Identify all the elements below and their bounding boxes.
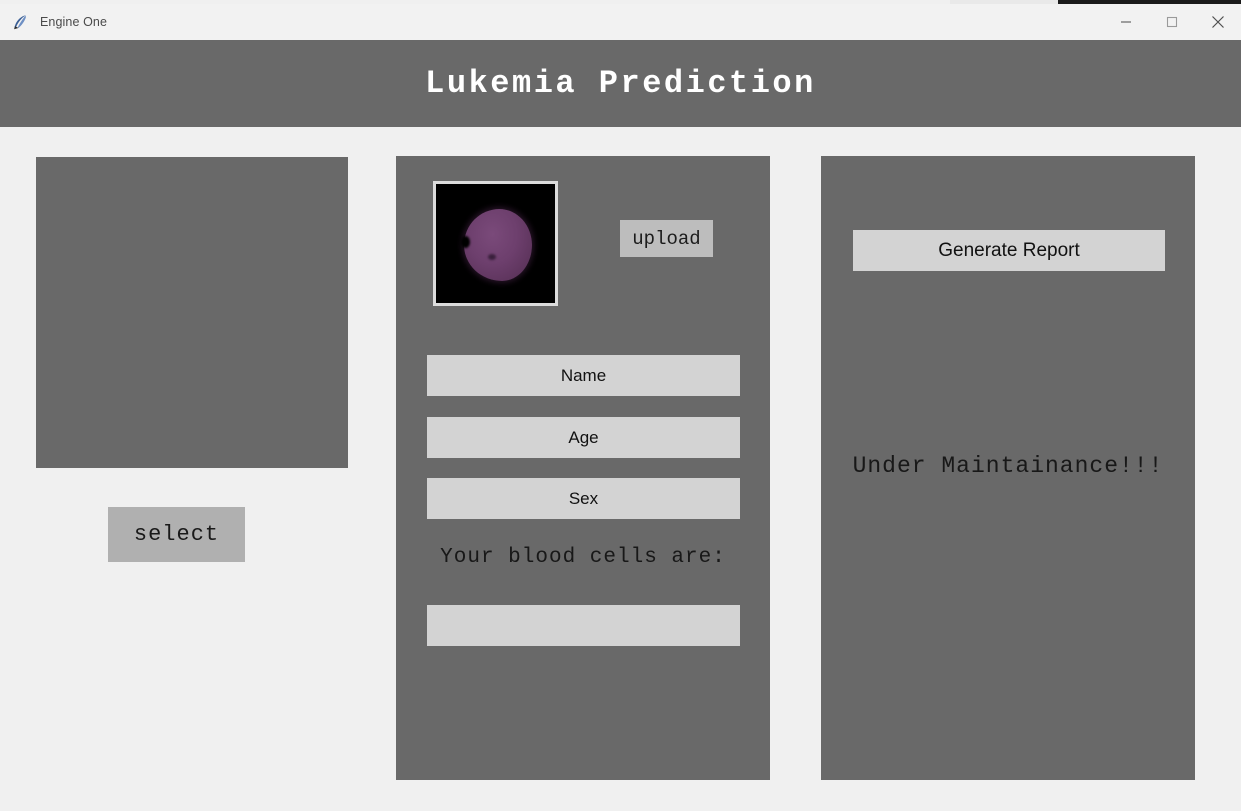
blood-cell-nucleolus (488, 253, 497, 260)
blood-cell-image[interactable] (433, 181, 558, 306)
app-header: Lukemia Prediction (0, 40, 1241, 127)
generate-report-button[interactable]: Generate Report (853, 230, 1165, 271)
blood-cell-notch (461, 236, 470, 249)
close-button[interactable] (1195, 4, 1241, 40)
minimize-button[interactable] (1103, 4, 1149, 40)
blood-cell-blob (461, 209, 532, 281)
window-title: Engine One (40, 15, 108, 29)
image-preview-area[interactable] (36, 157, 348, 468)
maximize-button[interactable] (1149, 4, 1195, 40)
window-controls (1103, 4, 1241, 40)
window-titlebar: Engine One (0, 4, 1241, 40)
maintenance-status-text: Under Maintainance!!! (852, 453, 1164, 479)
age-field[interactable] (427, 417, 740, 458)
result-label: Your blood cells are: (440, 546, 726, 569)
report-panel: Generate Report Under Maintainance!!! (821, 156, 1195, 780)
page-title: Lukemia Prediction (425, 65, 816, 102)
patient-form-panel: upload Your blood cells are: (396, 156, 770, 780)
feather-icon (11, 13, 29, 31)
prediction-result-field[interactable] (427, 605, 740, 646)
upload-button[interactable]: upload (620, 220, 713, 257)
sex-field[interactable] (427, 478, 740, 519)
select-button[interactable]: select (108, 507, 245, 562)
name-field[interactable] (427, 355, 740, 396)
